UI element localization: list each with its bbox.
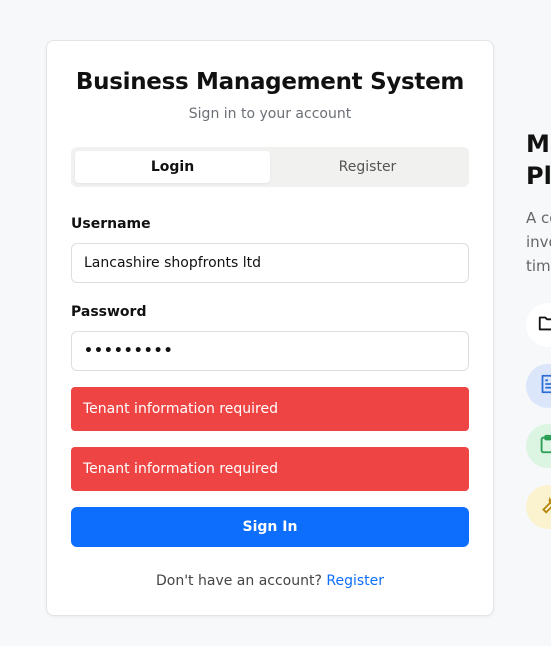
password-label: Password (71, 304, 147, 320)
info-description: A coinvotime (526, 209, 551, 275)
feature-clipboard (526, 424, 551, 468)
feature-document (526, 364, 551, 408)
password-value: ••••••••• (84, 343, 174, 359)
login-card: Business Management System Sign in to yo… (46, 40, 494, 616)
username-label: Username (71, 216, 151, 232)
tab-register[interactable]: Register (270, 151, 465, 183)
feature-folder (526, 303, 551, 347)
wrench-icon (537, 494, 551, 520)
document-icon (537, 373, 551, 399)
username-value: Lancashire shopfronts ltd (84, 255, 262, 271)
error-alert: Tenant information required (71, 447, 469, 491)
register-prompt-text: Don't have an account? (155, 573, 322, 589)
register-prompt: Don't have an account? Register (47, 573, 493, 589)
auth-tabs: Login Register (71, 147, 469, 187)
feature-wrench (526, 485, 551, 529)
info-title: MaPla (526, 130, 551, 190)
page-subtitle: Sign in to your account (188, 106, 352, 122)
page-title: Business Management System (75, 69, 465, 95)
error-alert-text: Tenant information required (83, 401, 278, 417)
error-alert: Tenant information required (71, 387, 469, 431)
sign-in-button[interactable]: Sign In (71, 507, 469, 547)
error-alert-text: Tenant information required (83, 461, 278, 477)
info-panel: MaPla A coinvotime (526, 128, 551, 278)
register-link[interactable]: Register (326, 573, 384, 589)
folder-icon (537, 312, 551, 338)
username-input[interactable]: Lancashire shopfronts ltd (71, 243, 469, 283)
tab-login[interactable]: Login (75, 151, 270, 183)
clipboard-icon (537, 433, 551, 459)
password-input[interactable]: ••••••••• (71, 331, 469, 371)
